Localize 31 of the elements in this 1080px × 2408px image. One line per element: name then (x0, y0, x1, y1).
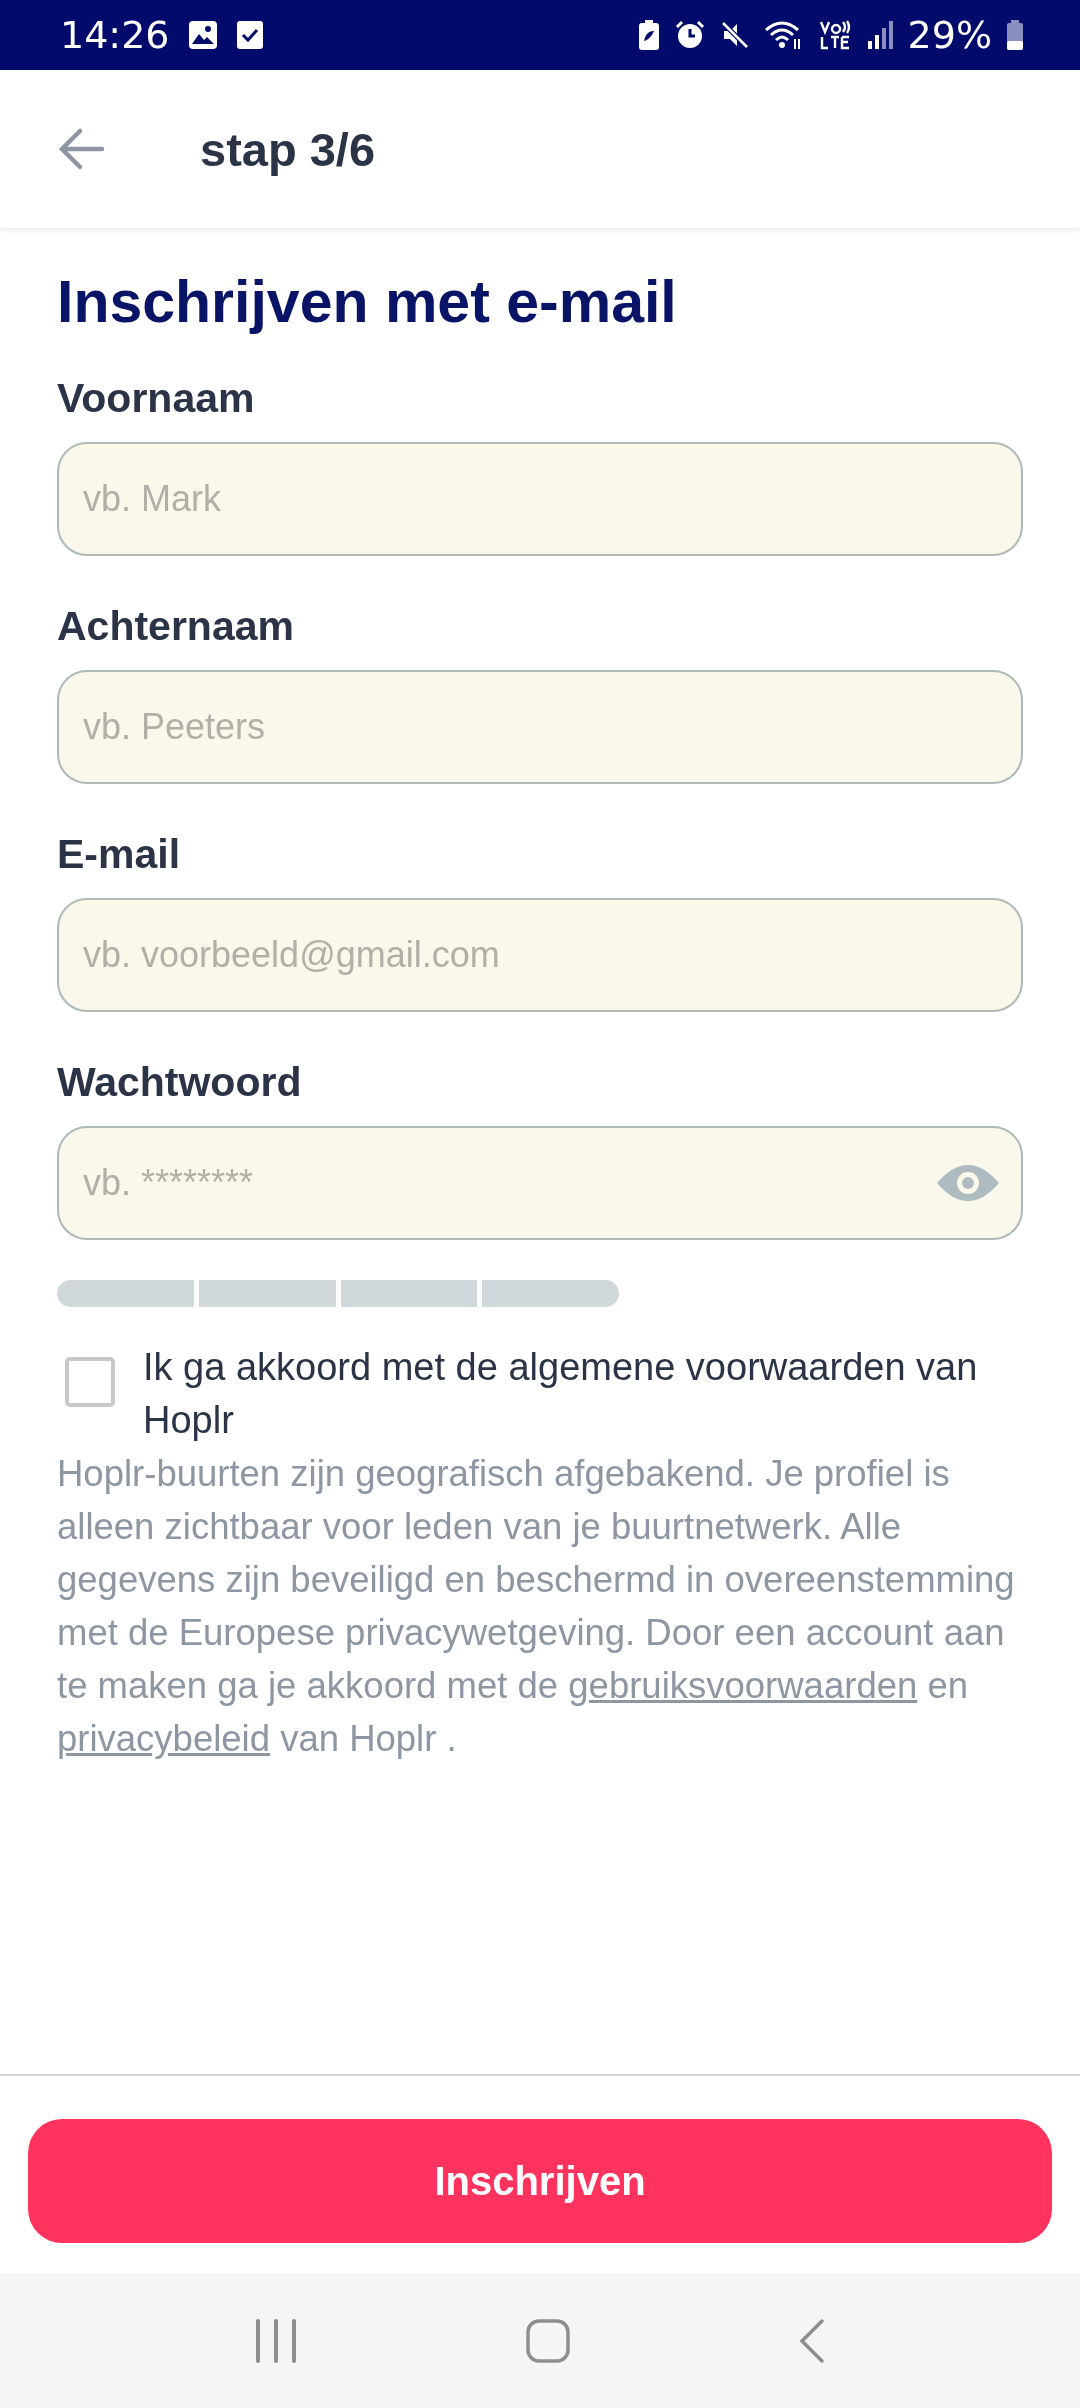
signal-icon (865, 19, 894, 51)
input-field[interactable]: vb. Mark (57, 442, 1023, 556)
recents-icon[interactable] (253, 2317, 298, 2364)
field-label: Voornaam (57, 374, 256, 423)
checkbox[interactable] (65, 1357, 115, 1407)
image-icon (187, 20, 218, 50)
battery-icon (1006, 19, 1024, 51)
field-label: Achternaam (57, 602, 295, 651)
volte-icon (817, 19, 852, 51)
link[interactable]: privacybeleid (57, 1718, 271, 1759)
password-field[interactable]: vb. ******** (57, 1126, 1023, 1240)
battery-saver-icon (637, 19, 660, 51)
home-icon[interactable] (525, 2317, 571, 2364)
link[interactable]: gebruiksvoorwaarden (568, 1665, 918, 1706)
eye-icon[interactable] (935, 1163, 1001, 1203)
battery-level: 29% (907, 13, 992, 57)
alarm-icon (673, 19, 706, 51)
clock: 14:26 (60, 13, 170, 57)
field-label: Wachtwoord (57, 1058, 303, 1107)
signup-button[interactable]: Inschrijven (28, 2119, 1052, 2243)
mute-icon (719, 20, 750, 50)
checkbox-icon (235, 20, 264, 50)
input-field[interactable]: vb. Peeters (57, 670, 1023, 784)
step-title: stap 3/6 (200, 121, 376, 177)
back-icon[interactable] (798, 2317, 827, 2364)
page-heading: Inschrijven met e-mail (57, 268, 678, 337)
back-button[interactable] (56, 127, 106, 171)
terms-label: Ik ga akkoord met de algemene voorwaarden van Hoplr (143, 1345, 979, 1443)
input-field[interactable]: vb. voorbeeld@gmail.com (57, 898, 1023, 1012)
privacy-notice: Hoplr-buurten zijn geografisch afgebakend. Je profiel is alleen zichtbaar voor leden van je buurtnetwerk. Alle gegevens zijn beveiligd en beschermd in overeenstemming met de Europese privacywetgeving. Door een account aan te maken ga je akkoord met de gebruiksvoorwaarden en privacybeleid van Hoplr . (57, 1452, 1016, 1761)
field-label: E-mail (57, 830, 182, 879)
